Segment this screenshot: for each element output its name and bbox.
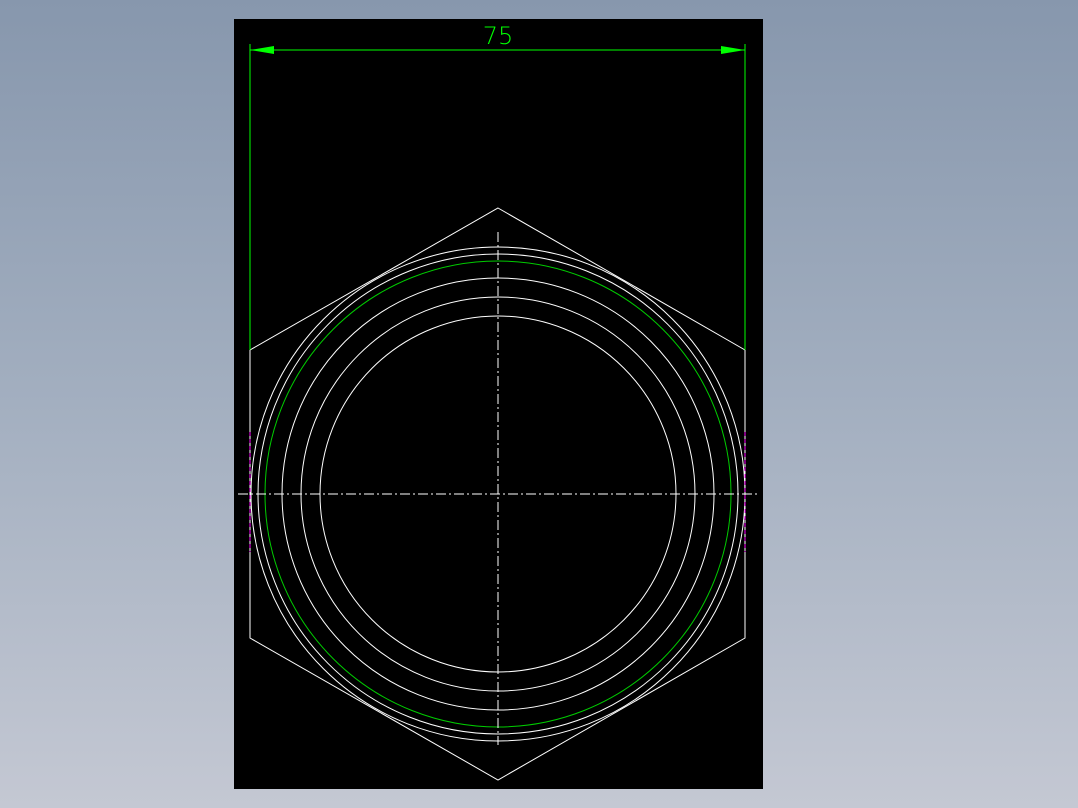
dimension-arrow-right <box>721 46 745 54</box>
dimension-arrow-left <box>250 46 274 54</box>
cad-viewport: 75 <box>238 22 760 781</box>
dimension-text: 75 <box>483 22 514 50</box>
